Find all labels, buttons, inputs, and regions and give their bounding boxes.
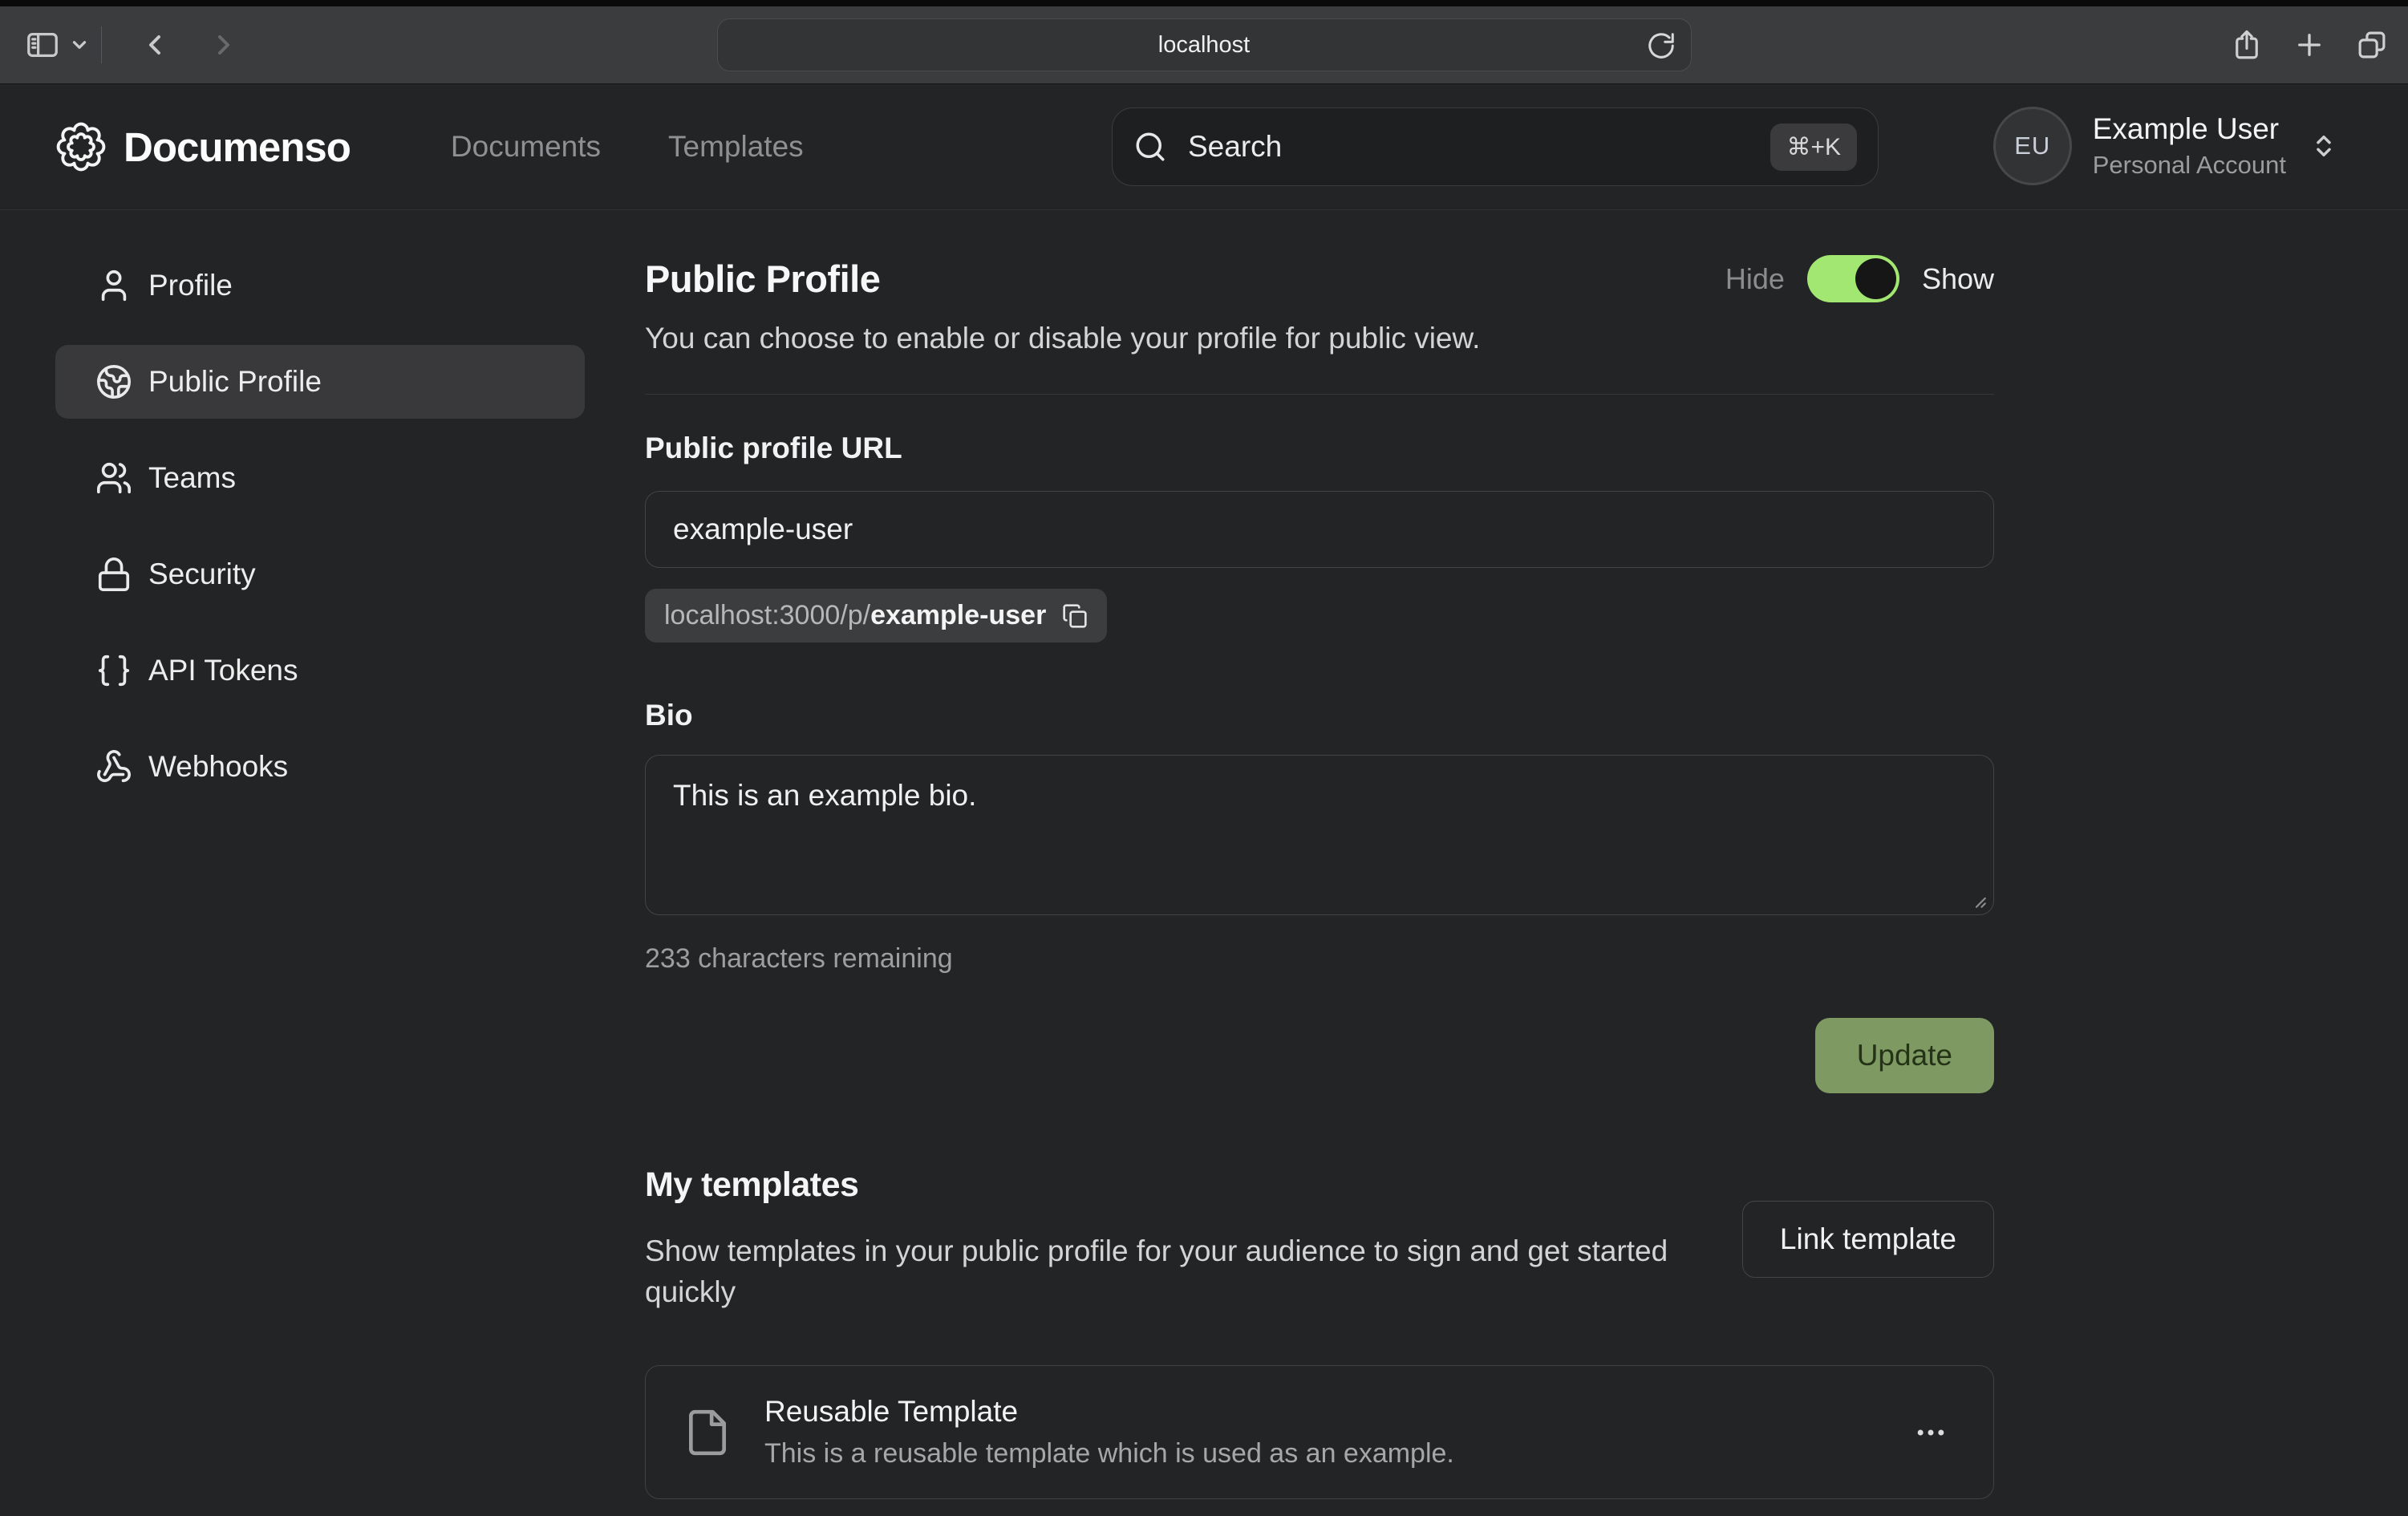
reload-icon[interactable] [1646, 30, 1676, 61]
my-templates-description: Show templates in your public profile fo… [645, 1230, 1712, 1312]
toolbar-divider [101, 26, 102, 63]
my-templates-title: My templates [645, 1165, 1712, 1205]
search-icon [1133, 130, 1167, 164]
profile-visibility-switch[interactable] [1807, 255, 1899, 302]
sidebar-item-public-profile[interactable]: Public Profile [55, 345, 585, 419]
nav-documents[interactable]: Documents [451, 130, 601, 164]
sidebar-dropdown-chevron-icon[interactable] [69, 34, 90, 55]
new-tab-icon[interactable] [2292, 28, 2326, 62]
resize-handle-icon[interactable] [1967, 889, 1988, 910]
app-header: Documenso Documents Templates Search ⌘+K… [0, 84, 2408, 210]
sidebar-item-label: API Tokens [148, 654, 298, 687]
sidebar-item-label: Security [148, 557, 256, 591]
public-url-slug: example-user [870, 600, 1046, 630]
sidebar-item-api-tokens[interactable]: API Tokens [55, 634, 585, 707]
sidebar-item-teams[interactable]: Teams [55, 441, 585, 515]
back-button-icon[interactable] [139, 29, 171, 61]
template-text: Reusable Template This is a reusable tem… [764, 1395, 1454, 1469]
sidebar-toggle-icon[interactable] [24, 26, 61, 63]
share-icon[interactable] [2230, 28, 2264, 62]
templates-header-text: My templates Show templates in your publ… [645, 1165, 1712, 1312]
app-body: Profile Public Profile Teams [0, 210, 2408, 1499]
bio-textarea[interactable]: This is an example bio. [645, 755, 1994, 915]
search-shortcut-badge: ⌘+K [1770, 124, 1857, 171]
template-card: Reusable Template This is a reusable tem… [645, 1365, 1994, 1499]
sidebar-item-label: Public Profile [148, 365, 322, 399]
brand[interactable]: Documenso [56, 122, 351, 172]
public-url-prefix: localhost:3000/p/ [664, 600, 870, 630]
sidebar-item-label: Teams [148, 461, 236, 495]
update-button[interactable]: Update [1815, 1018, 1994, 1093]
user-account-type: Personal Account [2093, 151, 2286, 180]
template-description: This is a reusable template which is use… [764, 1438, 1454, 1469]
webhook-icon [95, 748, 132, 785]
main-content: Public Profile Hide Show You can choose … [645, 249, 1994, 1499]
top-nav: Documents Templates [451, 130, 804, 164]
toggle-show-label: Show [1922, 262, 1994, 296]
lock-icon [95, 556, 132, 593]
sidebar-item-profile[interactable]: Profile [55, 249, 585, 322]
brand-name: Documenso [124, 124, 351, 171]
page-subtitle: You can choose to enable or disable your… [645, 322, 1994, 355]
search-bar[interactable]: Search ⌘+K [1112, 107, 1879, 186]
switch-knob [1855, 258, 1896, 299]
address-bar[interactable]: localhost [717, 18, 1692, 71]
template-name: Reusable Template [764, 1395, 1454, 1429]
browser-window-controls [2230, 28, 2389, 62]
window-top-strip [0, 0, 2408, 6]
sidebar-item-security[interactable]: Security [55, 537, 585, 611]
user-text: Example User Personal Account [2093, 112, 2286, 180]
section-divider [645, 394, 1994, 395]
public-profile-url-input[interactable] [645, 491, 1994, 568]
public-url-copy-badge[interactable]: localhost:3000/p/example-user [645, 589, 1107, 642]
user-menu[interactable]: EU Example User Personal Account [1993, 107, 2337, 185]
address-url[interactable]: localhost [1158, 32, 1250, 59]
documenso-logo-icon [56, 122, 106, 172]
bio-char-counter: 233 characters remaining [645, 943, 1994, 975]
page-title: Public Profile [645, 257, 880, 301]
tab-overview-icon[interactable] [2355, 28, 2389, 62]
bio-label: Bio [645, 699, 1994, 732]
globe-icon [95, 363, 132, 400]
browser-toolbar: localhost [0, 6, 2408, 84]
forward-button-icon[interactable] [208, 29, 240, 61]
sidebar-item-label: Webhooks [148, 750, 288, 784]
copy-icon[interactable] [1062, 603, 1088, 629]
toggle-hide-label: Hide [1725, 262, 1785, 296]
braces-icon [95, 652, 132, 689]
profile-visibility-toggle-group: Hide Show [1725, 255, 1994, 302]
file-icon [683, 1408, 732, 1457]
users-icon [95, 460, 132, 497]
link-template-button[interactable]: Link template [1742, 1201, 1994, 1278]
template-more-menu-icon[interactable] [1905, 1407, 1956, 1458]
sidebar-item-webhooks[interactable]: Webhooks [55, 730, 585, 804]
user-name: Example User [2093, 112, 2286, 146]
search-placeholder: Search [1188, 130, 1282, 164]
browser-nav-controls [24, 26, 240, 63]
public-profile-url-label: Public profile URL [645, 432, 1994, 465]
nav-templates[interactable]: Templates [668, 130, 804, 164]
settings-sidebar: Profile Public Profile Teams [55, 249, 585, 1499]
avatar[interactable]: EU [1993, 107, 2072, 185]
sidebar-item-label: Profile [148, 269, 233, 302]
chevrons-up-down-icon [2310, 132, 2337, 160]
user-icon [95, 267, 132, 304]
